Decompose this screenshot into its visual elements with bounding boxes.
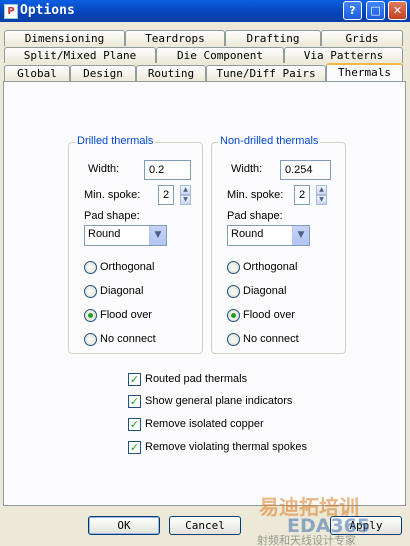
tab-grids[interactable]: Grids bbox=[321, 30, 403, 46]
drilled-pad-shape-label: Pad shape: bbox=[84, 210, 140, 222]
tab-dimensioning[interactable]: Dimensioning bbox=[4, 30, 125, 46]
remove-isolated-copper-checkbox[interactable]: ✓ bbox=[128, 418, 141, 431]
maximize-button[interactable]: □ bbox=[366, 1, 385, 20]
nondrilled-orthogonal-radio[interactable] bbox=[227, 261, 240, 274]
drilled-width-label: Width: bbox=[88, 163, 120, 175]
window-title: Options bbox=[20, 3, 75, 18]
remove-violating-spokes-label[interactable]: Remove violating thermal spokes bbox=[145, 441, 307, 453]
drilled-thermals-title: Drilled thermals bbox=[75, 135, 156, 147]
nondrilled-flood-over-radio[interactable] bbox=[227, 309, 240, 322]
ok-button[interactable]: OK bbox=[88, 516, 160, 535]
help-button[interactable]: ? bbox=[343, 1, 362, 20]
nondrilled-diagonal-radio[interactable] bbox=[227, 285, 240, 298]
nondrilled-min-spoke-input[interactable]: 2 bbox=[294, 185, 310, 205]
app-icon: P bbox=[4, 4, 18, 19]
nondrilled-pad-shape-value: Round bbox=[231, 228, 264, 240]
tab-design[interactable]: Design bbox=[70, 65, 136, 81]
nondrilled-no-connect-label[interactable]: No connect bbox=[243, 333, 299, 345]
nondrilled-flood-over-label[interactable]: Flood over bbox=[243, 309, 295, 321]
chevron-down-icon[interactable]: ▼ bbox=[292, 226, 309, 245]
remove-isolated-copper-label[interactable]: Remove isolated copper bbox=[145, 418, 264, 430]
drilled-min-spoke-label: Min. spoke: bbox=[84, 189, 141, 201]
routed-pad-thermals-label[interactable]: Routed pad thermals bbox=[145, 373, 247, 385]
tab-drafting[interactable]: Drafting bbox=[225, 30, 321, 46]
tab-routing[interactable]: Routing bbox=[136, 65, 206, 81]
nondrilled-diagonal-label[interactable]: Diagonal bbox=[243, 285, 286, 297]
tab-global[interactable]: Global bbox=[4, 65, 70, 81]
nondrilled-pad-shape-label: Pad shape: bbox=[227, 210, 283, 222]
remove-violating-spokes-checkbox[interactable]: ✓ bbox=[128, 441, 141, 454]
chevron-down-icon[interactable]: ▼ bbox=[149, 226, 166, 245]
watermark-logo: 易迪拓培训 EDA365 射频和天线设计专家 bbox=[257, 495, 370, 546]
tab-die-component[interactable]: Die Component bbox=[156, 47, 284, 63]
thermals-panel: Drilled thermals Width: 0.2 Min. spoke: … bbox=[3, 81, 406, 506]
nondrilled-thermals-title: Non-drilled thermals bbox=[218, 135, 321, 147]
nondrilled-min-spoke-label: Min. spoke: bbox=[227, 189, 284, 201]
drilled-flood-over-radio[interactable] bbox=[84, 309, 97, 322]
show-plane-indicators-label[interactable]: Show general plane indicators bbox=[145, 395, 292, 407]
nondrilled-pad-shape-select[interactable]: Round ▼ bbox=[227, 225, 310, 246]
cancel-button[interactable]: Cancel bbox=[169, 516, 241, 535]
drilled-no-connect-label[interactable]: No connect bbox=[100, 333, 156, 345]
nondrilled-orthogonal-label[interactable]: Orthogonal bbox=[243, 261, 297, 273]
drilled-orthogonal-radio[interactable] bbox=[84, 261, 97, 274]
drilled-diagonal-label[interactable]: Diagonal bbox=[100, 285, 143, 297]
nondrilled-thermals-group: Non-drilled thermals Width: 0.254 Min. s… bbox=[211, 135, 346, 354]
title-bar[interactable]: P Options ? □ ✕ bbox=[0, 0, 410, 22]
tab-split-mixed-plane[interactable]: Split/Mixed Plane bbox=[4, 47, 156, 63]
drilled-pad-shape-value: Round bbox=[88, 228, 121, 240]
drilled-diagonal-radio[interactable] bbox=[84, 285, 97, 298]
drilled-width-input[interactable]: 0.2 bbox=[144, 160, 191, 180]
spin-down-icon[interactable]: ▼ bbox=[316, 195, 327, 205]
watermark-line2: 射频和天线设计专家 bbox=[257, 533, 356, 546]
drilled-min-spoke-input[interactable]: 2 bbox=[158, 185, 174, 205]
tab-teardrops[interactable]: Teardrops bbox=[125, 30, 225, 46]
spin-down-icon[interactable]: ▼ bbox=[180, 195, 191, 205]
tab-tune-diff-pairs[interactable]: Tune/Diff Pairs bbox=[206, 65, 326, 81]
drilled-no-connect-radio[interactable] bbox=[84, 333, 97, 346]
tab-via-patterns[interactable]: Via Patterns bbox=[284, 47, 403, 63]
routed-pad-thermals-checkbox[interactable]: ✓ bbox=[128, 373, 141, 386]
nondrilled-width-label: Width: bbox=[231, 163, 263, 175]
spin-up-icon[interactable]: ▲ bbox=[180, 185, 191, 195]
nondrilled-width-input[interactable]: 0.254 bbox=[280, 160, 331, 180]
drilled-pad-shape-select[interactable]: Round ▼ bbox=[84, 225, 167, 246]
close-button[interactable]: ✕ bbox=[388, 1, 407, 20]
drilled-orthogonal-label[interactable]: Orthogonal bbox=[100, 261, 154, 273]
nondrilled-no-connect-radio[interactable] bbox=[227, 333, 240, 346]
drilled-thermals-group: Drilled thermals Width: 0.2 Min. spoke: … bbox=[68, 135, 203, 354]
tab-thermals[interactable]: Thermals bbox=[326, 63, 403, 81]
show-plane-indicators-checkbox[interactable]: ✓ bbox=[128, 395, 141, 408]
spin-up-icon[interactable]: ▲ bbox=[316, 185, 327, 195]
drilled-flood-over-label[interactable]: Flood over bbox=[100, 309, 152, 321]
